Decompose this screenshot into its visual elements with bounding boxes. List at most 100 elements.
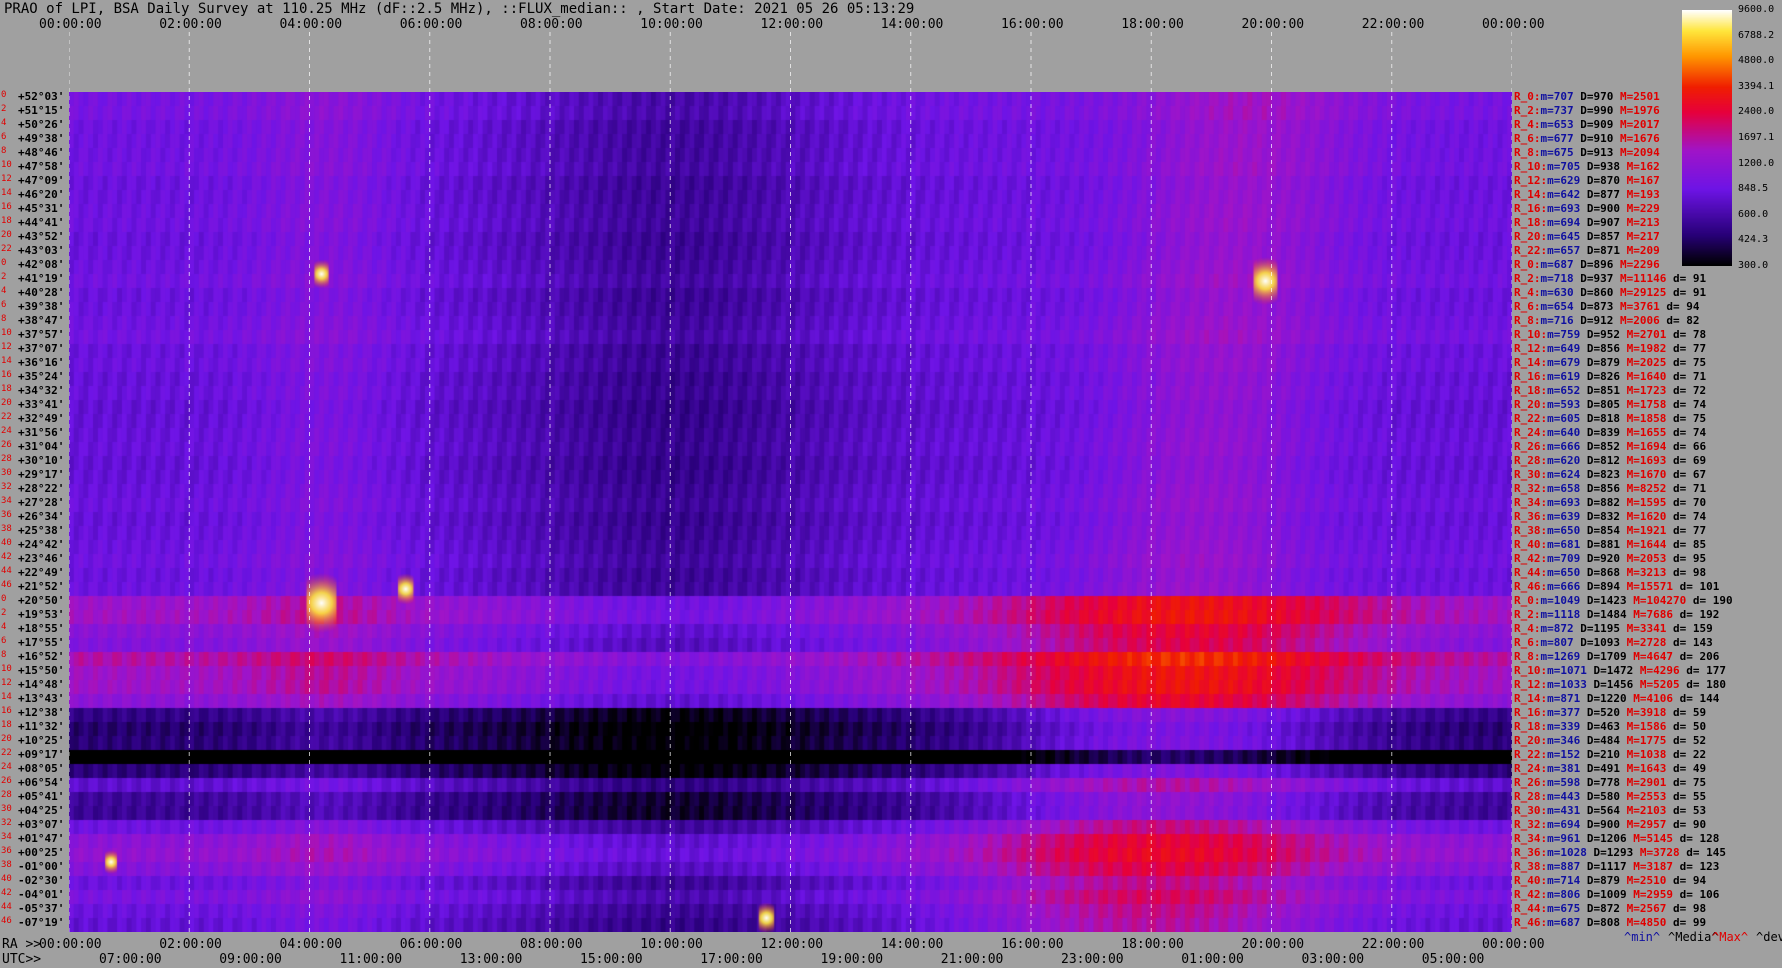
row-stat-median: D=910 bbox=[1573, 132, 1620, 145]
row-stat-deviation: d= 123 bbox=[1672, 860, 1720, 873]
row-stat-id: R_36: bbox=[1514, 510, 1548, 523]
row-stat: R_12:m=649 D=856 M=1982 d= 77 bbox=[1514, 342, 1706, 356]
row-stat-min: m=666 bbox=[1547, 580, 1581, 593]
row-stat-max: M=3341 bbox=[1626, 622, 1667, 635]
row-stat: R_4:m=653 D=909 M=2017 bbox=[1514, 118, 1660, 132]
row-stat-id: R_14: bbox=[1514, 188, 1548, 201]
row-number: 22 bbox=[1, 748, 12, 758]
row-stat-deviation: d= 70 bbox=[1666, 496, 1707, 509]
row-stat-min: m=693 bbox=[1547, 202, 1581, 215]
row-stat-max: M=1670 bbox=[1626, 468, 1667, 481]
declination-label: +22°49' bbox=[18, 566, 65, 579]
row-stat-median: D=1423 bbox=[1580, 594, 1634, 607]
row-stat-max: M=3761 bbox=[1619, 300, 1660, 313]
row-stat-id: R_20: bbox=[1514, 734, 1548, 747]
row-stat-id: R_32: bbox=[1514, 818, 1548, 831]
row-stat: R_22:m=657 D=871 M=209 bbox=[1514, 244, 1660, 258]
row-stat-median: D=839 bbox=[1580, 426, 1627, 439]
row-stat-deviation: d= 91 bbox=[1666, 286, 1707, 299]
row-stat: R_18:m=339 D=463 M=1586 d= 50 bbox=[1514, 720, 1706, 734]
ra-tick-label: 00:00:00 bbox=[39, 937, 102, 952]
row-stat-median: D=778 bbox=[1580, 776, 1627, 789]
row-number: 28 bbox=[1, 454, 12, 464]
row-stat: R_42:m=806 D=1009 M=2959 d= 106 bbox=[1514, 888, 1719, 902]
row-number: 42 bbox=[1, 888, 12, 898]
row-stat-deviation: d= 143 bbox=[1666, 636, 1713, 649]
row-stat-max: M=3918 bbox=[1626, 706, 1667, 719]
row-stat-deviation: d= 99 bbox=[1666, 916, 1707, 929]
row-stat: R_24:m=640 D=839 M=1655 d= 74 bbox=[1514, 426, 1706, 440]
row-stat-id: R_42: bbox=[1514, 888, 1548, 901]
utc-tick-label: 17:00:00 bbox=[700, 952, 763, 967]
row-stat-max: M=2728 bbox=[1626, 636, 1667, 649]
row-stat: R_38:m=650 D=854 M=1921 d= 77 bbox=[1514, 524, 1706, 538]
colorbar-tick-label: 6788.2 bbox=[1738, 29, 1775, 41]
row-stat-min: m=694 bbox=[1547, 216, 1581, 229]
row-stat: R_22:m=605 D=818 M=1858 d= 75 bbox=[1514, 412, 1706, 426]
row-number: 10 bbox=[1, 328, 12, 338]
top-tick-label: 18:00:00 bbox=[1121, 17, 1184, 32]
row-stat-min: m=693 bbox=[1547, 496, 1581, 509]
row-stat-min: m=653 bbox=[1540, 118, 1574, 131]
row-stat-id: R_8: bbox=[1514, 314, 1541, 327]
row-stat-deviation: d= 98 bbox=[1666, 566, 1707, 579]
utc-tick-label: 11:00:00 bbox=[339, 952, 403, 967]
row-number: 6 bbox=[1, 636, 7, 646]
row-stat-min: m=718 bbox=[1540, 272, 1574, 285]
row-number: 16 bbox=[1, 370, 12, 380]
row-stat: R_32:m=694 D=900 M=2957 d= 90 bbox=[1514, 818, 1706, 832]
row-stat: R_46:m=666 D=894 M=15571 d= 101 bbox=[1514, 580, 1719, 594]
colorbar-tick-label: 424.3 bbox=[1738, 234, 1769, 246]
row-stat-id: R_42: bbox=[1514, 552, 1548, 565]
declination-label: +36°16' bbox=[18, 356, 65, 369]
row-stat-deviation: d= 85 bbox=[1666, 538, 1707, 551]
row-number: 40 bbox=[1, 538, 12, 548]
row-stat-deviation: d= 78 bbox=[1666, 328, 1707, 341]
row-stat-deviation: d= 77 bbox=[1666, 342, 1707, 355]
row-number: 10 bbox=[1, 160, 12, 170]
row-stat-deviation: d= 66 bbox=[1666, 440, 1707, 453]
row-stat-deviation: d= 75 bbox=[1666, 412, 1707, 425]
row-stat-id: R_22: bbox=[1514, 748, 1548, 761]
declination-label: -04°01' bbox=[18, 888, 65, 901]
row-stat-id: R_0: bbox=[1514, 594, 1541, 607]
row-stat-median: D=1195 bbox=[1573, 622, 1627, 635]
row-stat-deviation: d= 90 bbox=[1666, 818, 1707, 831]
declination-label: +26°34' bbox=[18, 510, 65, 523]
row-stat-id: R_16: bbox=[1514, 370, 1548, 383]
row-stat-max: M=3187 bbox=[1633, 860, 1673, 873]
row-stat-median: D=818 bbox=[1580, 412, 1627, 425]
declination-label: +47°58' bbox=[18, 160, 65, 173]
row-stat-min: m=1033 bbox=[1547, 678, 1587, 691]
row-stat-id: R_16: bbox=[1514, 202, 1548, 215]
row-stat-max: M=1644 bbox=[1626, 538, 1667, 551]
row-stat-id: R_18: bbox=[1514, 720, 1548, 733]
row-stat-deviation: d= 206 bbox=[1672, 650, 1720, 663]
row-number: 20 bbox=[1, 398, 12, 408]
row-stat-median: D=896 bbox=[1573, 258, 1620, 271]
row-stat-id: R_38: bbox=[1514, 524, 1548, 537]
row-stat-max: M=2017 bbox=[1619, 118, 1660, 131]
row-stat-max: M=4647 bbox=[1633, 650, 1673, 663]
declination-label: +10°25' bbox=[18, 734, 65, 747]
ra-tick-label: 08:00:00 bbox=[520, 937, 583, 952]
row-stat-deviation: d= 71 bbox=[1666, 482, 1707, 495]
row-stat-max: M=29125 bbox=[1619, 286, 1667, 299]
row-stat-id: R_14: bbox=[1514, 356, 1548, 369]
row-number: 26 bbox=[1, 776, 12, 786]
row-stat: R_2:m=718 D=937 M=11146 d= 91 bbox=[1514, 272, 1706, 286]
row-stat-median: D=881 bbox=[1580, 538, 1627, 551]
row-stat-median: D=913 bbox=[1573, 146, 1620, 159]
row-stat-min: m=652 bbox=[1547, 384, 1581, 397]
declination-label: +05°41' bbox=[18, 790, 65, 803]
top-tick-label: 02:00:00 bbox=[159, 17, 222, 32]
row-stat-max: M=2901 bbox=[1626, 776, 1667, 789]
row-number: 20 bbox=[1, 734, 12, 744]
utc-tick-label: 23:00:00 bbox=[1061, 952, 1124, 967]
row-stat-min: m=887 bbox=[1547, 860, 1581, 873]
row-number: 14 bbox=[1, 356, 12, 366]
declination-label: +40°28' bbox=[18, 286, 65, 299]
row-stat-id: R_22: bbox=[1514, 412, 1548, 425]
declination-label: -02°30' bbox=[18, 874, 65, 887]
row-stat-max: M=209 bbox=[1626, 244, 1660, 257]
